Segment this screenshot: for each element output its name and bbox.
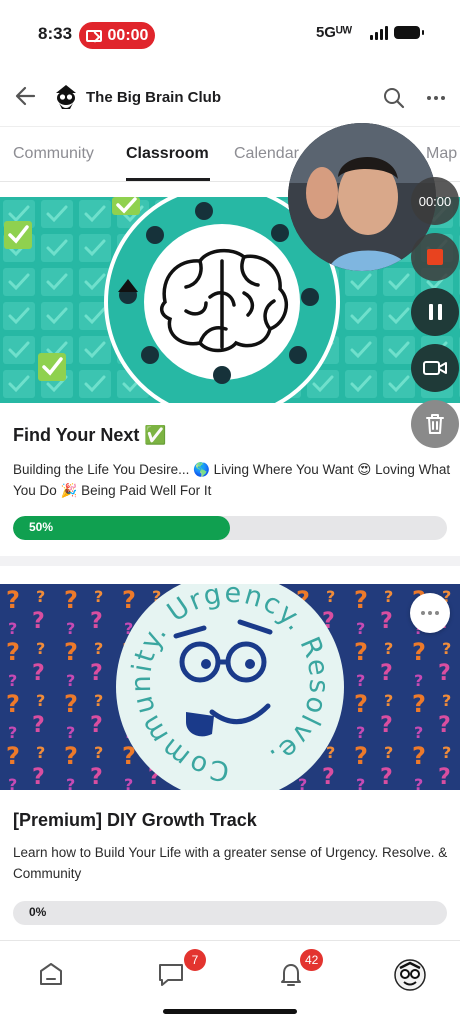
course-description: Building the Life You Desire... 🌎 Living… bbox=[13, 462, 451, 498]
avatar[interactable] bbox=[394, 959, 426, 991]
search-icon[interactable] bbox=[382, 86, 406, 110]
active-tab-indicator bbox=[126, 178, 210, 181]
home-icon[interactable] bbox=[36, 959, 66, 989]
tab-community[interactable]: Community bbox=[13, 145, 94, 163]
urgency-cover-art: ? ? ? ? Community. Urgency. Resolve. bbox=[0, 584, 460, 790]
network-label: 5Gᵁᵂ bbox=[315, 24, 352, 41]
camera-icon[interactable] bbox=[411, 344, 459, 392]
chat-icon[interactable] bbox=[156, 959, 186, 989]
recorder-timer: 00:00 bbox=[411, 177, 459, 225]
trash-icon[interactable] bbox=[411, 400, 459, 448]
club-logo-icon bbox=[56, 85, 76, 109]
course-cover-image[interactable]: ? ? ? ? Community. Urgency. Resolve. bbox=[0, 584, 460, 790]
card-divider bbox=[0, 556, 460, 566]
progress-percent: 0% bbox=[29, 905, 47, 919]
course-title[interactable]: Find Your Next ✅ bbox=[13, 425, 167, 446]
tab-map[interactable]: Map bbox=[426, 145, 457, 163]
progress-percent: 50% bbox=[29, 520, 54, 534]
chat-badge: 7 bbox=[184, 949, 206, 971]
pause-icon[interactable] bbox=[411, 288, 459, 336]
club-name[interactable]: The Big Brain Club bbox=[86, 89, 221, 106]
signal-icon bbox=[370, 26, 388, 40]
status-time: 8:33 bbox=[38, 24, 73, 43]
course-description: Learn how to Build Your Life with a grea… bbox=[13, 845, 448, 881]
group-header: The Big Brain Club bbox=[0, 74, 460, 124]
course-card[interactable]: ? ? ? ? Community. Urgency. Resolve. [Pr… bbox=[0, 584, 460, 934]
screen-record-icon bbox=[85, 29, 102, 42]
course-title[interactable]: [Premium] DIY Growth Track bbox=[13, 810, 257, 831]
recording-timer: 00:00 bbox=[107, 26, 149, 44]
home-indicator bbox=[163, 1009, 297, 1014]
battery-icon bbox=[394, 26, 424, 39]
tab-classroom[interactable]: Classroom bbox=[126, 145, 209, 163]
stop-icon[interactable] bbox=[411, 233, 459, 281]
ellipsis-icon[interactable] bbox=[424, 86, 448, 110]
screen-recording-pill[interactable]: 00:00 bbox=[79, 22, 155, 49]
tab-calendar[interactable]: Calendar bbox=[234, 145, 299, 163]
status-bar: 8:33 00:00 5Gᵁᵂ bbox=[0, 0, 460, 68]
course-progress-bar: 50% bbox=[13, 516, 447, 540]
arrow-left-icon[interactable] bbox=[14, 84, 36, 108]
notifications-badge: 42 bbox=[300, 949, 324, 971]
course-progress-bar: 0% bbox=[13, 901, 447, 925]
course-options-button[interactable] bbox=[410, 593, 450, 633]
